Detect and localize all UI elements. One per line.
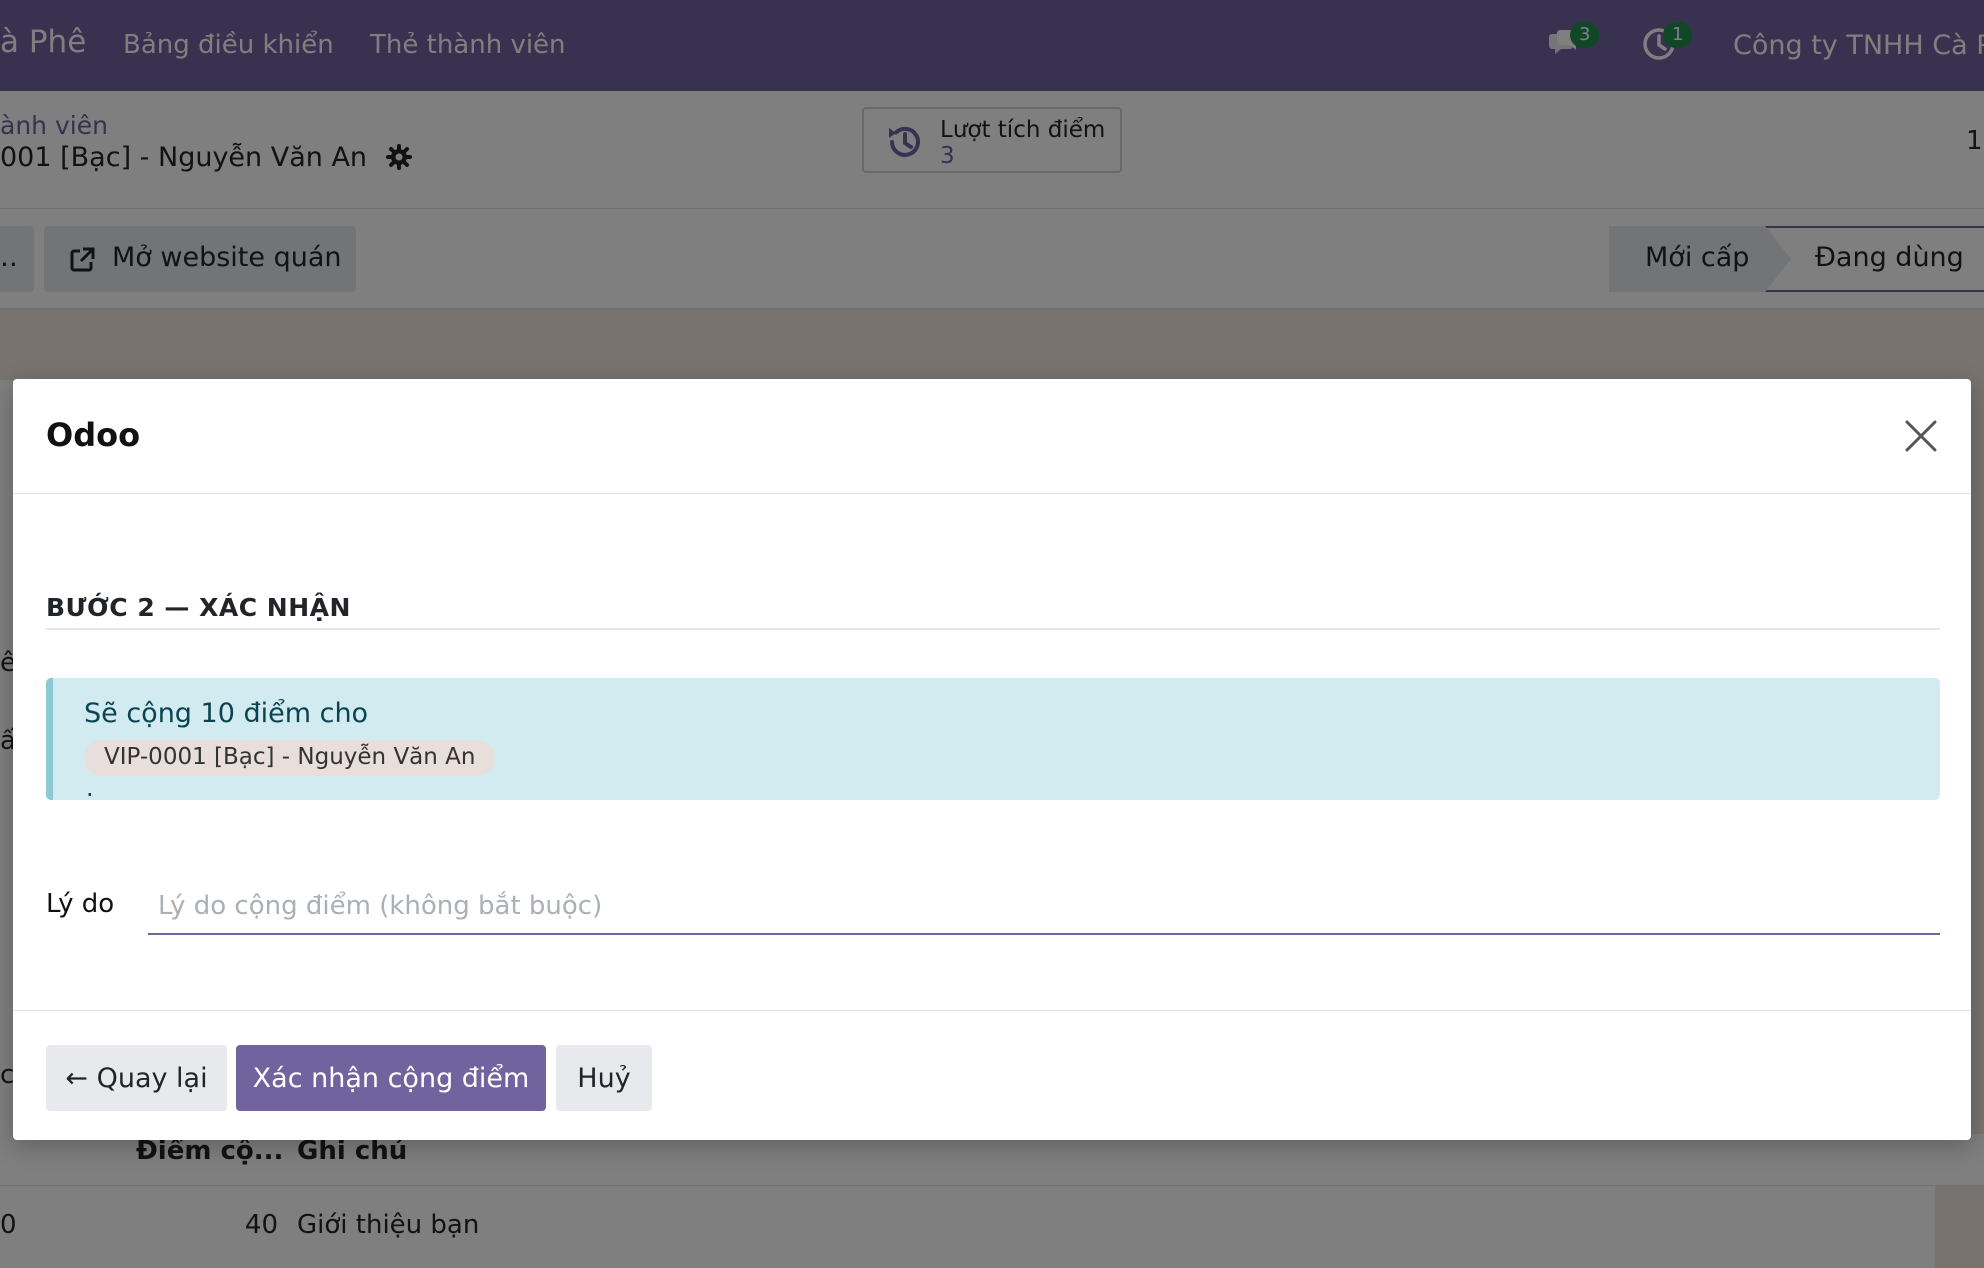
modal-footer: ← Quay lại Xác nhận cộng điểm Huỷ [13, 1010, 1971, 1140]
reason-label: Lý do [46, 889, 115, 919]
step-title: BƯỚC 2 — XÁC NHẬN [46, 593, 351, 622]
alert-trailing: . [86, 774, 94, 802]
confirm-points-dialog: Odoo BƯỚC 2 — XÁC NHẬN Sẽ cộng 10 điểm c… [13, 379, 1971, 1140]
info-alert: Sẽ cộng 10 điểm cho VIP-0001 [Bạc] - Ngu… [46, 678, 1940, 802]
confirm-add-points-button[interactable]: Xác nhận cộng điểm [236, 1045, 546, 1111]
step-title-divider [46, 628, 1940, 630]
close-button[interactable] [1899, 414, 1943, 458]
alert-text: Sẽ cộng 10 điểm cho [84, 698, 369, 729]
modal-title: Odoo [46, 416, 141, 454]
back-button[interactable]: ← Quay lại [46, 1045, 227, 1111]
close-icon [1905, 420, 1937, 452]
reason-input[interactable] [148, 879, 1940, 935]
cancel-button[interactable]: Huỷ [556, 1045, 652, 1111]
modal-header: Odoo [13, 379, 1971, 494]
member-badge: VIP-0001 [Bạc] - Nguyễn Văn An [84, 740, 496, 776]
